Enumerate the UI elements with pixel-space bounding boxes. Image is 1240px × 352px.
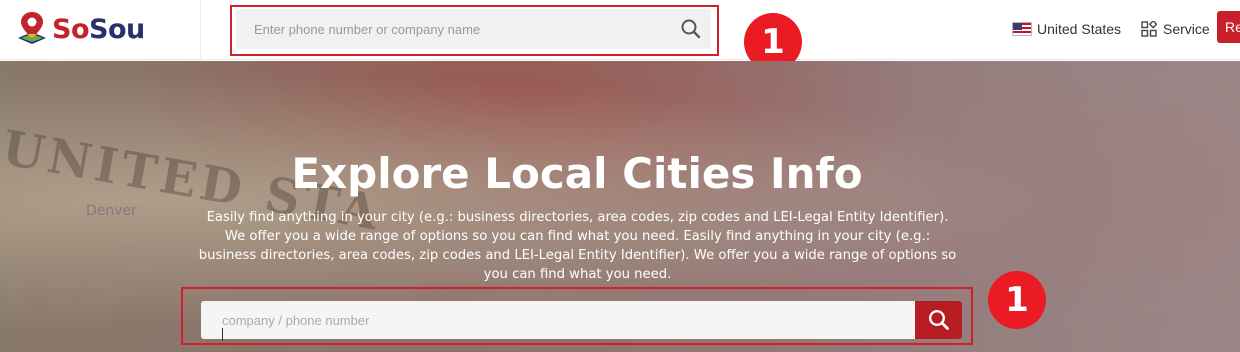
- background-map-subtext: Denver: [86, 203, 137, 219]
- region-label: United States: [1037, 21, 1122, 37]
- grid-icon: [1141, 21, 1157, 37]
- register-button[interactable]: Re: [1217, 11, 1240, 43]
- annotation-badge-hero: 1: [988, 271, 1046, 329]
- highlight-box-header-search: [230, 5, 719, 56]
- service-menu[interactable]: Service: [1141, 18, 1210, 40]
- hero-search-bar: [201, 301, 962, 339]
- map-pin-icon: [14, 10, 50, 48]
- service-label: Service: [1163, 21, 1210, 37]
- logo-text: SoSou: [52, 13, 145, 45]
- search-icon: [928, 309, 949, 330]
- hero-search-input[interactable]: [201, 301, 915, 339]
- hero-description: Easily find anything in your city (e.g.:…: [198, 210, 957, 282]
- hero-title: Explore Local Cities Info: [291, 149, 863, 198]
- region-selector[interactable]: United States: [1012, 18, 1121, 40]
- hero-search-button[interactable]: [915, 301, 962, 339]
- text-caret: [222, 328, 223, 341]
- logo[interactable]: SoSou: [14, 10, 145, 48]
- us-flag-icon: [1012, 22, 1032, 36]
- header-divider: [200, 0, 201, 60]
